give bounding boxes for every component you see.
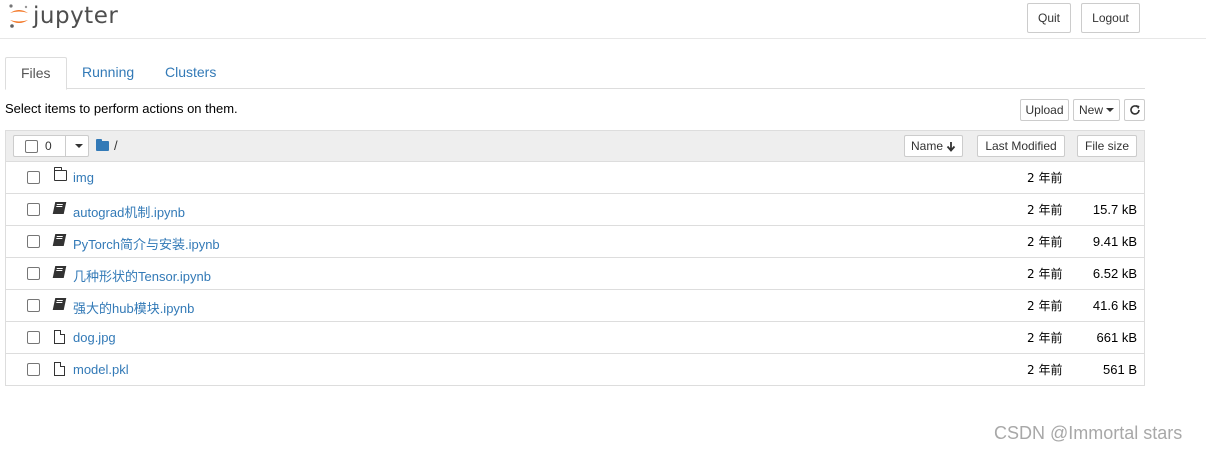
file-icon — [54, 330, 65, 344]
select-all-control[interactable]: 0 — [14, 136, 66, 156]
header: jupyter Quit Logout — [0, 0, 1206, 39]
item-modified: 2 年前 — [1027, 331, 1063, 345]
item-checkbox[interactable] — [27, 267, 40, 280]
folder-icon — [54, 167, 67, 181]
tab-bar: Files Running Clusters — [5, 57, 1145, 90]
notebook-icon — [52, 202, 67, 214]
item-modified: 2 年前 — [1027, 235, 1063, 249]
caret-down-icon — [1106, 108, 1115, 112]
new-dropdown-button[interactable]: New — [1073, 99, 1120, 121]
arrow-down-icon — [946, 141, 956, 152]
sort-by-name-button[interactable]: Name — [904, 135, 963, 157]
breadcrumb[interactable]: / — [96, 138, 118, 153]
sort-name-label: Name — [911, 139, 944, 153]
list-item[interactable]: autograd机制.ipynb 2 年前 15.7 kB — [6, 194, 1144, 226]
caret-down-icon — [74, 144, 83, 148]
notebook-icon — [52, 298, 67, 310]
notebook-icon — [52, 266, 67, 278]
refresh-icon — [1129, 105, 1140, 115]
refresh-button[interactable] — [1124, 99, 1145, 121]
item-modified: 2 年前 — [1027, 171, 1063, 185]
item-size: 15.7 kB — [1092, 202, 1137, 217]
item-name-link[interactable]: img — [73, 170, 94, 185]
tab-clusters[interactable]: Clusters — [150, 57, 231, 89]
item-size: 561 B — [1103, 362, 1137, 377]
tab-files[interactable]: Files — [5, 57, 67, 90]
item-checkbox[interactable] — [27, 331, 40, 344]
item-modified: 2 年前 — [1027, 299, 1063, 313]
notebook-icon — [52, 234, 67, 246]
quit-button[interactable]: Quit — [1027, 3, 1071, 33]
sort-by-modified-button[interactable]: Last Modified — [977, 135, 1065, 157]
item-checkbox[interactable] — [27, 171, 40, 184]
jupyter-logo-icon — [9, 4, 28, 28]
item-size: 661 kB — [1096, 330, 1137, 345]
item-name-link[interactable]: dog.jpg — [73, 330, 116, 345]
breadcrumb-path: / — [114, 138, 118, 153]
list-item[interactable]: PyTorch简介与安装.ipynb 2 年前 9.41 kB — [6, 226, 1144, 258]
upload-button[interactable]: Upload — [1020, 99, 1069, 121]
list-item[interactable]: dog.jpg 2 年前 661 kB — [6, 322, 1144, 354]
item-checkbox[interactable] — [27, 235, 40, 248]
item-checkbox[interactable] — [27, 203, 40, 216]
item-name-link[interactable]: model.pkl — [73, 362, 129, 377]
item-modified: 2 年前 — [1027, 363, 1063, 377]
item-size: 41.6 kB — [1092, 298, 1137, 313]
list-item[interactable]: 几种形状的Tensor.ipynb 2 年前 6.52 kB — [6, 258, 1144, 290]
file-icon — [54, 362, 65, 376]
list-item[interactable]: 强大的hub模块.ipynb 2 年前 41.6 kB — [6, 290, 1144, 322]
item-name-link[interactable]: 几种形状的Tensor.ipynb — [73, 266, 211, 285]
select-all-group[interactable]: 0 — [13, 135, 89, 157]
file-list: 0 / Name Last Modified File size img 2 年… — [5, 130, 1145, 386]
toolbar-instruction: Select items to perform actions on them. — [5, 101, 238, 116]
file-list-header: 0 / Name Last Modified File size — [6, 131, 1144, 162]
list-item[interactable]: img 2 年前 — [6, 162, 1144, 194]
jupyter-logo[interactable]: jupyter — [8, 3, 118, 29]
item-size: 6.52 kB — [1092, 266, 1137, 281]
selected-count: 0 — [45, 139, 52, 153]
select-menu-toggle[interactable] — [66, 136, 88, 156]
item-size: 9.41 kB — [1092, 234, 1137, 249]
item-checkbox[interactable] — [27, 299, 40, 312]
item-name-link[interactable]: PyTorch简介与安装.ipynb — [73, 234, 220, 253]
item-name-link[interactable]: 强大的hub模块.ipynb — [73, 298, 194, 317]
select-all-checkbox[interactable] — [25, 139, 38, 153]
folder-icon — [96, 138, 109, 151]
item-modified: 2 年前 — [1027, 267, 1063, 281]
watermark: CSDN @Immortal stars — [994, 423, 1183, 443]
tab-running[interactable]: Running — [67, 57, 149, 89]
list-item[interactable]: model.pkl 2 年前 561 B — [6, 354, 1144, 386]
item-checkbox[interactable] — [27, 363, 40, 376]
sort-by-size-button[interactable]: File size — [1077, 135, 1137, 157]
logo-text: jupyter — [33, 3, 119, 29]
item-name-link[interactable]: autograd机制.ipynb — [73, 202, 185, 221]
item-modified: 2 年前 — [1027, 203, 1063, 217]
logout-button[interactable]: Logout — [1081, 3, 1140, 33]
new-button-label: New — [1079, 103, 1104, 117]
